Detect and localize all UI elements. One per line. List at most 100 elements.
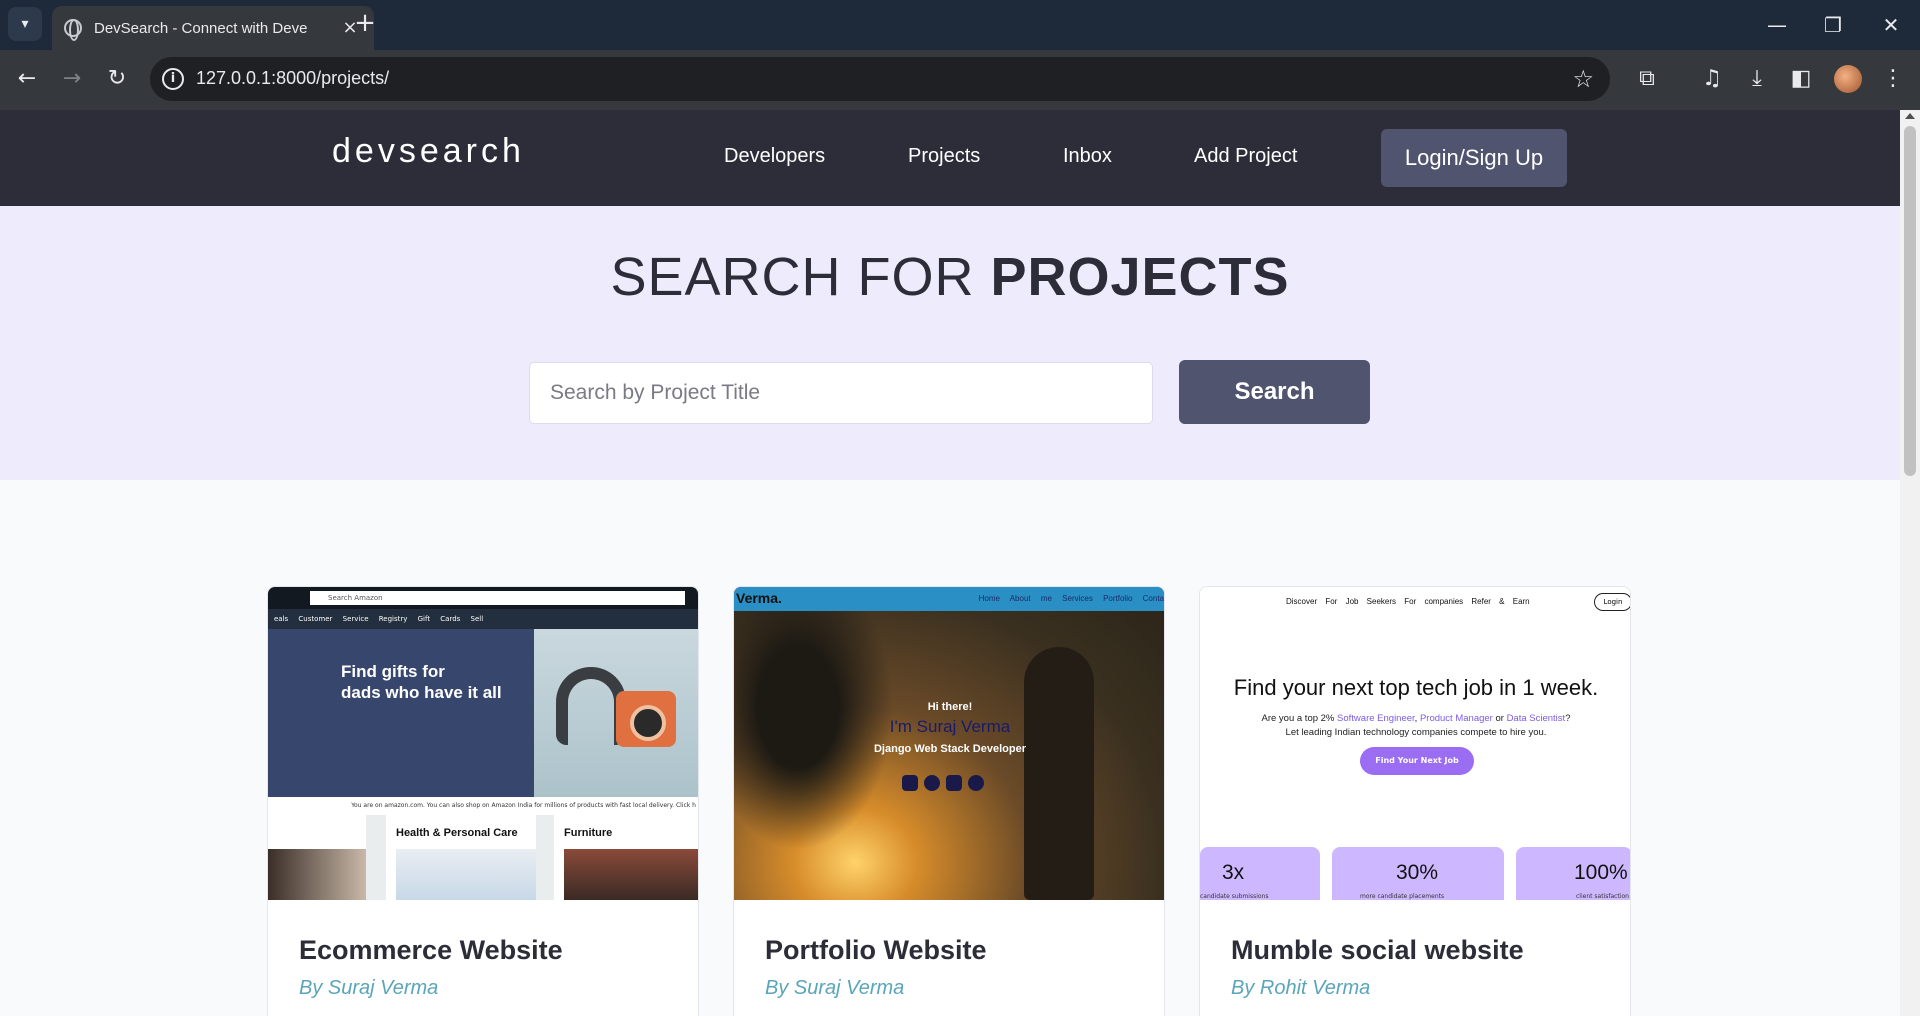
nav-projects[interactable]: Projects [908, 145, 980, 168]
thumb-role-ds: Data Scientist [1506, 713, 1566, 724]
thumb-role-engineer: Software Engineer [1337, 713, 1415, 724]
nav-inbox[interactable]: Inbox [1063, 145, 1112, 168]
scrollbar-thumb[interactable] [1904, 126, 1916, 476]
browser-tab-bar: ▾ DevSearch - Connect with Deve × + — ❐ … [0, 0, 1920, 50]
profile-avatar[interactable] [1834, 65, 1862, 93]
thumb-role-pm: Product Manager [1419, 713, 1493, 724]
title-bold: PROJECTS [990, 247, 1290, 307]
thumb-stat: 100% client satisfaction [1516, 847, 1630, 900]
bookmark-star-icon[interactable]: ☆ [1572, 65, 1594, 93]
project-thumbnail[interactable]: Search Amazon eals Customer Service Regi… [268, 587, 698, 900]
extensions-icon[interactable]: ⧉ [1632, 64, 1662, 94]
tab-title: DevSearch - Connect with Deve [94, 19, 308, 37]
thumb-social-icons [902, 775, 984, 791]
project-card[interactable]: Discover For Job Seekers For companies R… [1199, 586, 1631, 1016]
thumb-tile-label: Furniture [564, 827, 613, 839]
downloads-icon[interactable]: ⤓ [1742, 64, 1772, 94]
thumb-stat-sub: more candidate placements [1360, 893, 1445, 900]
project-card[interactable]: Verma. Home About me Services Portfolio … [733, 586, 1165, 1016]
globe-icon [64, 19, 82, 41]
url-text[interactable]: 127.0.0.1:8000/projects/ [196, 68, 389, 89]
project-search-input[interactable] [529, 362, 1153, 424]
login-signup-button[interactable]: Login/Sign Up [1381, 129, 1567, 187]
thumb-tile-image [268, 849, 366, 900]
site-info-icon[interactable]: i [162, 68, 184, 90]
project-card[interactable]: Search Amazon eals Customer Service Regi… [267, 586, 699, 1016]
project-author[interactable]: By Suraj Verma [299, 977, 438, 1000]
thumb-banner-line2: dads who have it all [341, 683, 502, 702]
thumb-stat-sub: candidate submissions [1200, 893, 1269, 900]
thumb-banner-line1: Find gifts for [341, 662, 445, 681]
thumb-greeting: Hi there! [927, 701, 973, 713]
thumb-mumble-login: Login [1594, 593, 1630, 611]
page-viewport: devsearch Developers Projects Inbox Add … [0, 110, 1900, 1016]
thumb-mumble-cta: Find Your Next Job [1360, 747, 1474, 775]
thumb-stat: 30% more candidate placements [1332, 847, 1504, 900]
close-window-icon[interactable]: ✕ [1876, 10, 1906, 40]
side-panel-icon[interactable]: ◧ [1786, 64, 1816, 94]
facebook-icon [968, 775, 984, 791]
thumb-stat: 3x candidate submissions [1200, 847, 1320, 900]
page-scrollbar[interactable] [1900, 110, 1920, 1016]
thumb-mumble-line1: Are you a top 2% Software Engineer, Prod… [1200, 713, 1630, 724]
project-title[interactable]: Portfolio Website [765, 935, 987, 966]
project-thumbnail[interactable]: Verma. Home About me Services Portfolio … [734, 587, 1164, 900]
project-thumbnail[interactable]: Discover For Job Seekers For companies R… [1200, 587, 1630, 900]
thumb-amazon-banner: Find gifts for dads who have it all You a… [268, 629, 698, 815]
project-title[interactable]: Mumble social website [1231, 935, 1524, 966]
thumb-mumble-nav: Discover For Job Seekers For companies R… [1286, 597, 1530, 606]
instagram-icon [946, 775, 962, 791]
back-icon[interactable]: ← [12, 64, 42, 94]
thumb-portfolio-links: Home About me Services Portfolio Conta [978, 594, 1164, 603]
search-button[interactable]: Search [1179, 360, 1370, 424]
thumb-mumble-heading: Find your next top tech job in 1 week. [1233, 675, 1599, 700]
hero-section: SEARCH FOR PROJECTS Search [0, 206, 1900, 480]
thumb-amazon-search: Search Amazon [310, 591, 685, 605]
thumb-portfolio-nav: Verma. Home About me Services Portfolio … [734, 587, 1164, 611]
thumb-tile [268, 815, 366, 900]
new-tab-button[interactable]: + [352, 8, 378, 38]
thumb-line1-suffix: ? [1565, 713, 1571, 724]
scroll-up-icon[interactable] [1905, 113, 1915, 119]
thumb-tile: Furniture [554, 815, 698, 900]
thumb-amazon-topbar: Search Amazon [268, 587, 698, 609]
menu-icon[interactable]: ⋮ [1878, 64, 1908, 94]
thumb-amazon-note: You are on amazon.com. You can also shop… [268, 797, 698, 815]
thumb-amazon-subnav: eals Customer Service Registry Gift Card… [268, 609, 698, 629]
media-control-icon[interactable]: ♫ [1697, 64, 1727, 94]
thumb-tile-image [396, 849, 536, 900]
github-icon [924, 775, 940, 791]
thumb-amazon-tiles: Health & Personal Care Furniture [268, 815, 698, 900]
camera-icon [616, 691, 676, 747]
thumb-line1-prefix: Are you a top 2% [1261, 713, 1338, 724]
project-author[interactable]: By Rohit Verma [1231, 977, 1370, 1000]
page-title: SEARCH FOR PROJECTS [0, 246, 1900, 308]
thumb-role: Django Web Stack Developer [873, 743, 1026, 755]
thumb-sep: or [1492, 713, 1507, 724]
forward-icon[interactable]: → [57, 64, 87, 94]
thumb-stat-value: 100% [1574, 861, 1628, 884]
thumb-name: I'm Suraj Verma [889, 717, 1011, 736]
nav-developers[interactable]: Developers [724, 145, 825, 168]
thumb-person-silhouette [1024, 647, 1094, 900]
thumb-stat-value: 3x [1222, 861, 1245, 884]
thumb-tile: Health & Personal Care [386, 815, 536, 900]
minimize-icon[interactable]: — [1762, 10, 1792, 40]
reload-icon[interactable]: ↻ [102, 64, 132, 94]
nav-add-project[interactable]: Add Project [1194, 145, 1297, 168]
restore-icon[interactable]: ❐ [1818, 10, 1848, 40]
address-bar[interactable]: i 127.0.0.1:8000/projects/ ☆ [150, 57, 1610, 101]
thumb-stat-value: 30% [1396, 861, 1439, 884]
thumb-banner-text: Find gifts for dads who have it all [341, 661, 502, 703]
tab-search-button[interactable]: ▾ [8, 7, 42, 41]
thumb-stat-sub: client satisfaction [1576, 893, 1629, 900]
site-header: devsearch Developers Projects Inbox Add … [0, 110, 1900, 206]
devsearch-logo[interactable]: devsearch [332, 132, 525, 171]
thumb-tile-label: Health & Personal Care [396, 827, 518, 839]
browser-tab[interactable]: DevSearch - Connect with Deve × [52, 6, 374, 50]
project-title[interactable]: Ecommerce Website [299, 935, 563, 966]
project-author[interactable]: By Suraj Verma [765, 977, 904, 1000]
thumb-portfolio-brand: Verma. [736, 590, 782, 606]
title-light: SEARCH FOR [610, 247, 991, 307]
thumb-tile-image [564, 849, 698, 900]
